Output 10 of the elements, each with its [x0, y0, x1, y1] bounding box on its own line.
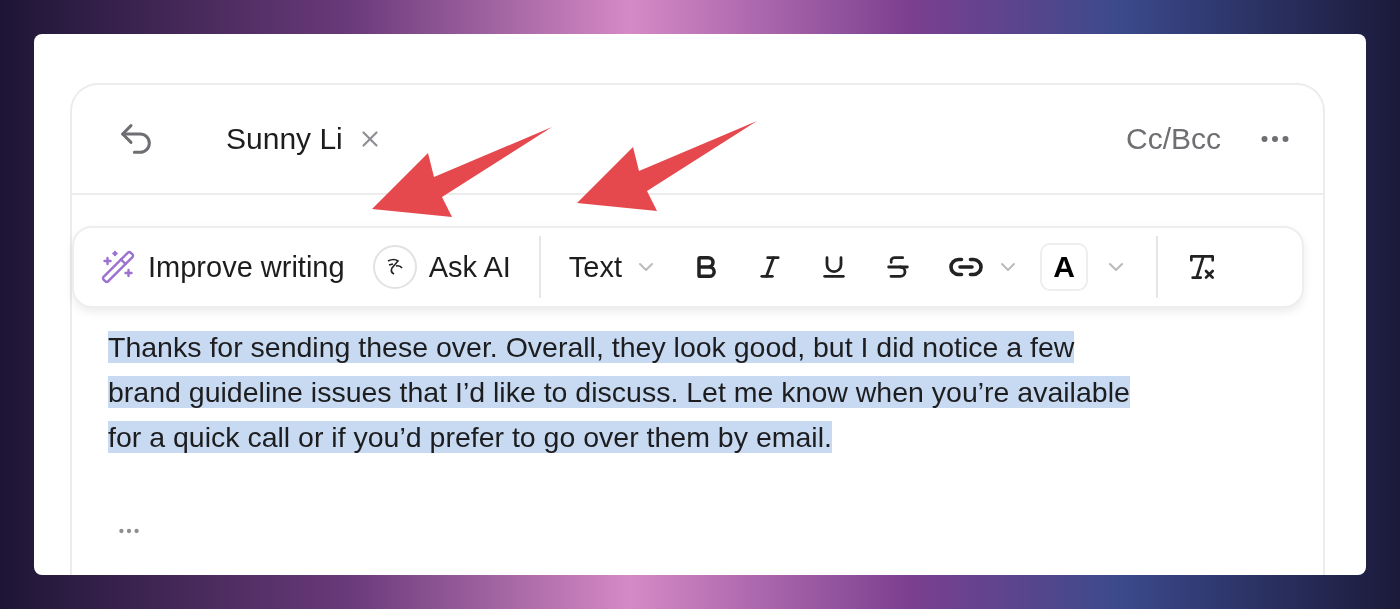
- magic-wand-icon: [100, 249, 136, 285]
- text-style-dropdown[interactable]: Text: [568, 250, 658, 284]
- improve-writing-button[interactable]: Improve writing: [100, 249, 345, 285]
- strikethrough-icon[interactable]: [884, 253, 912, 281]
- underline-icon[interactable]: [820, 253, 848, 281]
- font-color-button[interactable]: A: [1040, 243, 1088, 291]
- email-body-text: Thanks for sending these over. Overall, they look good, but I did notice a few brand guideline issues that I’d like to discuss. Let me know when you’re available for a quick call or if you’d prefer to go over them by email.: [108, 330, 1131, 455]
- ask-ai-button[interactable]: Ask AI: [372, 245, 511, 289]
- cc-bcc-button[interactable]: Cc/Bcc: [1126, 122, 1221, 156]
- recipient-name: Sunny Li: [226, 122, 343, 156]
